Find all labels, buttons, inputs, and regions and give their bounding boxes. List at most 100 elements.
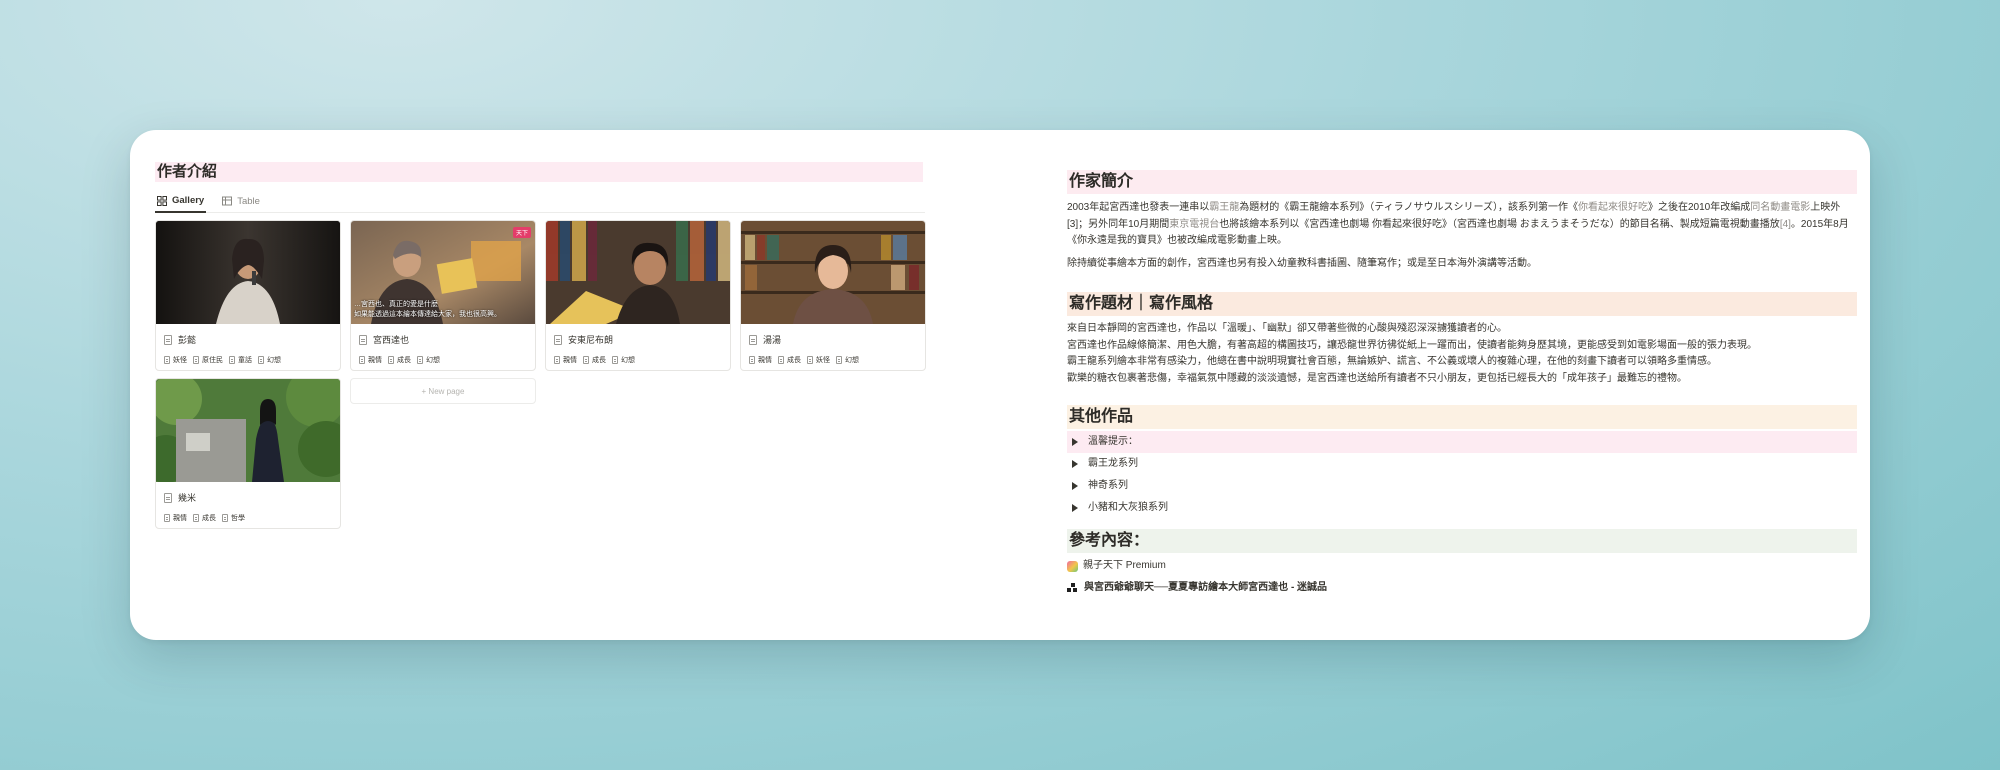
new-page-label: + New page [421, 386, 465, 396]
tag-page-icon [388, 356, 394, 364]
card-tags: 親情 成長 幻想 [351, 346, 535, 365]
toggle-label: 神奇系列 [1088, 479, 1128, 491]
card-title: 湯湯 [741, 324, 925, 346]
toggle-item[interactable]: 神奇系列 [1067, 475, 1857, 497]
reference-link[interactable]: 與宮西爺爺聊天──夏夏專訪繪本大師宮西達也 - 迷誠品 [1067, 577, 1857, 599]
tag-page-icon [836, 356, 842, 364]
gallery-card[interactable]: 湯湯 親情 成長 妖怪 幻想 [740, 220, 926, 371]
references-list: 親子天下 Premium 與宮西爺爺聊天──夏夏專訪繪本大師宮西達也 - 迷誠品 [1067, 555, 1857, 599]
view-tabs: Gallery Table [155, 190, 925, 213]
tag-page-icon [778, 356, 784, 364]
tag-label: 親情 [173, 515, 187, 522]
tag: 幻想 [417, 355, 440, 365]
tyrannosaurus-link[interactable]: 霸王龍 [1209, 202, 1239, 213]
page-icon [164, 334, 172, 345]
author-photo: 天下 …宮西也、真正的愛是什麼 如果能透過這本繪本傳達給大家，我也很高興。 [351, 221, 535, 324]
tag-page-icon [222, 514, 228, 522]
tag: 幻想 [258, 355, 281, 365]
toggle-triangle-icon [1072, 504, 1078, 512]
card-tags: 親情 成長 幻想 [546, 346, 730, 365]
author-gallery-section: 作者介紹 Gallery Table 彭懿 妖怪 原住民 童話 幻想 天下 …宮… [155, 162, 926, 529]
style-line: 霸王龍系列繪本非常有感染力，他總在書中說明現實社會百態，無論嫉妒、謊言、不公義或… [1067, 356, 1717, 367]
tag-page-icon [749, 356, 755, 364]
toggle-item[interactable]: 溫馨提示： [1067, 431, 1857, 453]
style-line: 來自日本靜岡的宮西達也，作品以「溫暖」、「幽默」卻又帶著些微的心酸與殘忍深深擄獲… [1067, 323, 1507, 334]
tag: 幻想 [836, 355, 859, 365]
reference-link[interactable]: 親子天下 Premium [1067, 555, 1857, 577]
card-title-text: 幾米 [178, 493, 197, 503]
tag-page-icon [417, 356, 423, 364]
intro-paragraph: 2003年起宮西達也發表一連串以霸王龍為題材的《霸王龍繪本系列》（ティラノサウル… [1067, 200, 1857, 250]
author-photo [156, 379, 340, 482]
intro-text: 2003年起宮西達也發表一連串以 [1067, 202, 1210, 213]
tab-gallery[interactable]: Gallery [155, 190, 207, 213]
reference-label: 親子天下 Premium [1083, 559, 1166, 571]
gallery-card[interactable]: 彭懿 妖怪 原住民 童話 幻想 [155, 220, 341, 371]
tab-table[interactable]: Table [220, 190, 262, 212]
card-title: 宮西達也 [351, 324, 535, 346]
references-heading: 參考內容： [1067, 529, 1857, 553]
tag: 親情 [359, 355, 382, 365]
animated-film-link[interactable]: 同名動畫電影 [1750, 202, 1810, 213]
tag-label: 妖怪 [173, 357, 187, 364]
tag-label: 哲學 [231, 515, 245, 522]
author-photo-figure [741, 221, 925, 324]
gallery-card[interactable]: 安東尼布朗 親情 成長 幻想 [545, 220, 731, 371]
author-photo [156, 221, 340, 324]
tag-label: 成長 [202, 515, 216, 522]
tag: 成長 [388, 355, 411, 365]
tag-label: 幻想 [621, 357, 635, 364]
card-title: 幾米 [156, 482, 340, 504]
tag: 親情 [554, 355, 577, 365]
toggle-item[interactable]: 小豬和大灰狼系列 [1067, 497, 1857, 519]
author-photo [546, 221, 730, 324]
author-photo-figure [546, 221, 730, 324]
intro-text: 》之後在2010年改編成 [1647, 202, 1751, 213]
tag-label: 親情 [758, 357, 772, 364]
style-line: 歡樂的糖衣包裹著悲傷，幸福氣氛中隱藏的淡淡遺憾，是宮西達也送給所有讀者不只小朋友… [1067, 372, 1687, 384]
toggle-item[interactable]: 霸王龙系列 [1067, 453, 1857, 475]
new-page-button[interactable]: + New page [350, 378, 536, 404]
style-heading: 寫作題材｜寫作風格 [1067, 292, 1857, 316]
gallery-card[interactable]: 天下 …宮西也、真正的愛是什麼 如果能透過這本繪本傳達給大家，我也很高興。 宮西… [350, 220, 536, 371]
tab-table-label: Table [237, 195, 260, 207]
gallery-card[interactable]: 幾米 親情 成長 哲學 [155, 378, 341, 529]
tag-page-icon [554, 356, 560, 364]
tv-tokyo-link[interactable]: 東京電視台 [1169, 219, 1219, 230]
toggle-triangle-icon [1072, 460, 1078, 468]
tag-label: 幻想 [267, 357, 281, 364]
card-tags: 親情 成長 哲學 [156, 504, 340, 523]
eslite-logo-icon [1067, 583, 1079, 593]
tag-label: 親情 [563, 357, 577, 364]
table-icon [222, 196, 233, 206]
intro-heading: 作家簡介 [1067, 170, 1857, 194]
tag-page-icon [258, 356, 264, 364]
notion-page-card: 作者介紹 Gallery Table 彭懿 妖怪 原住民 童話 幻想 天下 …宮… [130, 130, 1870, 640]
tag-label: 童話 [238, 357, 252, 364]
toggle-triangle-icon [1072, 438, 1078, 446]
tag-page-icon [612, 356, 618, 364]
citation-link[interactable]: [4] [1780, 219, 1791, 230]
author-detail-section: 作家簡介 2003年起宮西達也發表一連串以霸王龍為題材的《霸王龍繪本系列》（ティ… [1067, 170, 1857, 599]
tag-label: 幻想 [845, 357, 859, 364]
page-icon [164, 492, 172, 503]
card-title-text: 安東尼布朗 [568, 335, 614, 345]
toggle-triangle-icon [1072, 482, 1078, 490]
tag: 妖怪 [807, 355, 830, 365]
you-look-tasty-link[interactable]: 你看起來很好吃 [1578, 202, 1648, 213]
page-icon [749, 334, 757, 345]
style-line: 宮西達也作品線條簡潔、用色大膽，有著高超的構圖技巧，讓恐龍世界彷彿從紙上一躍而出… [1067, 339, 1757, 351]
tag-label: 成長 [787, 357, 801, 364]
toggle-label: 霸王龙系列 [1088, 457, 1138, 469]
works-heading: 其他作品 [1067, 405, 1857, 429]
photo-caption-line: …宮西也、真正的愛是什麼 [354, 301, 438, 308]
tag: 童話 [229, 355, 252, 365]
author-photo [741, 221, 925, 324]
page-icon [359, 334, 367, 345]
tab-gallery-label: Gallery [172, 195, 205, 206]
tag-page-icon [193, 356, 199, 364]
tag-page-icon [164, 356, 170, 364]
card-title-text: 彭懿 [178, 335, 197, 345]
parenting-app-icon [1067, 560, 1078, 572]
tag-page-icon [583, 356, 589, 364]
